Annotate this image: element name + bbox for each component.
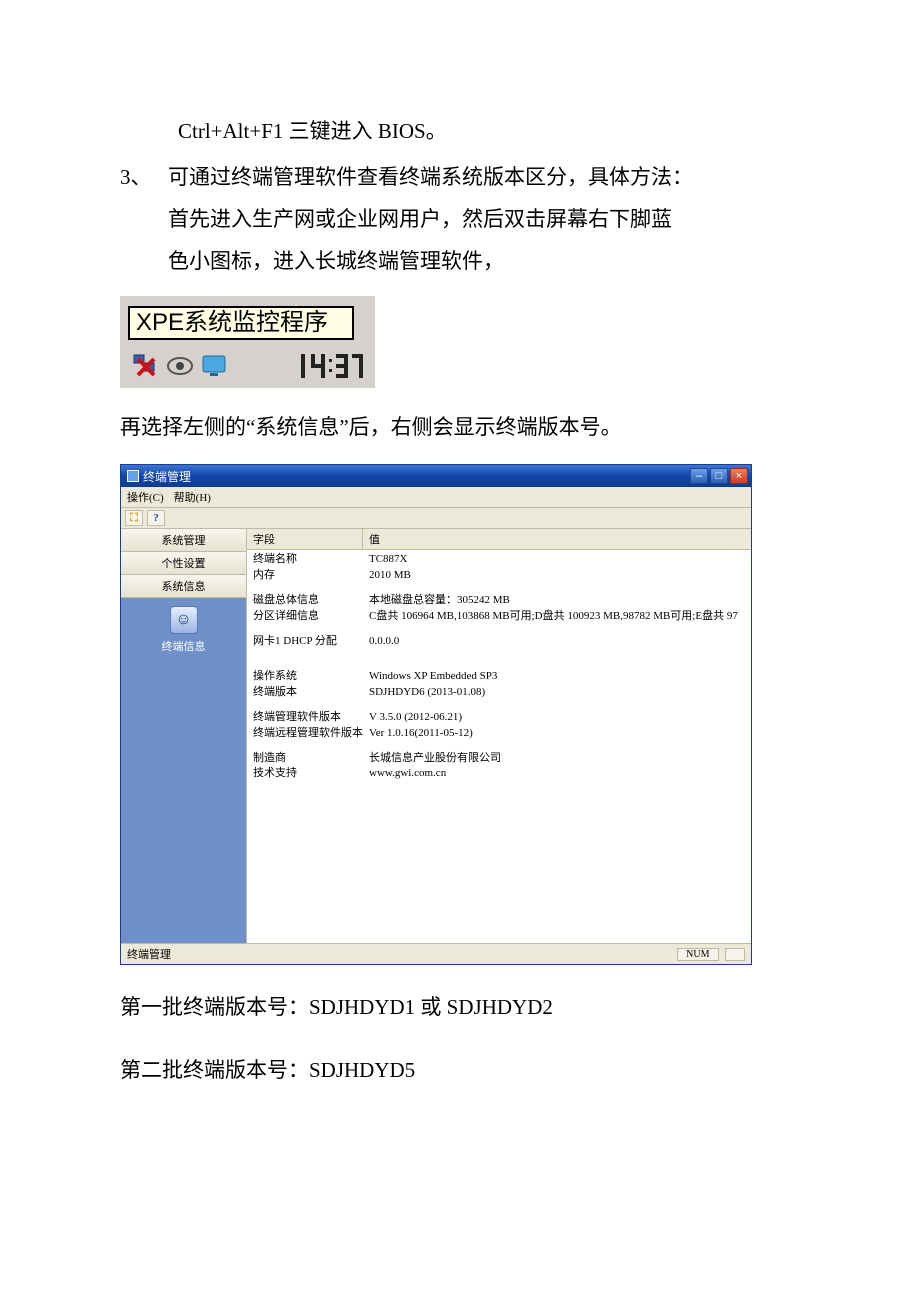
table-row: 终端版本SDJHDYD6 (2013-01.08)	[247, 685, 751, 700]
toolbar-fullscreen-button[interactable]: ⛶	[125, 510, 143, 526]
right-pane: 字段 值 终端名称TC887X 内存2010 MB 磁盘总体信息本地磁盘总容量：…	[247, 529, 751, 943]
toolbar-help-button[interactable]: ?	[147, 510, 165, 526]
tray-screenshot: XPE系统监控程序	[120, 296, 375, 388]
sidebar-item-personal[interactable]: 个性设置	[121, 552, 246, 575]
grid-header: 字段 值	[247, 529, 751, 550]
col-field[interactable]: 字段	[247, 529, 363, 549]
monitor-icon	[200, 353, 228, 379]
sidebar-item-system-info[interactable]: 系统信息	[121, 575, 246, 598]
col-value[interactable]: 值	[363, 529, 751, 549]
tray-icons-group	[132, 353, 228, 379]
status-empty	[725, 948, 746, 961]
statusbar: 终端管理 NUM	[121, 943, 751, 964]
table-row: 终端管理软件版本V 3.5.0 (2012-06.21)	[247, 710, 751, 725]
table-row: 操作系统Windows XP Embedded SP3	[247, 669, 751, 684]
table-row: 网卡1 DHCP 分配0.0.0.0	[247, 634, 751, 649]
after-tray-text: 再选择左侧的“系统信息”后，右侧会显示终端版本号。	[120, 406, 800, 448]
menubar: 操作(C) 帮助(H)	[121, 487, 751, 508]
status-left: 终端管理	[127, 946, 171, 962]
version-batch-2: 第二批终端版本号：SDJHDYD5	[120, 1049, 800, 1091]
minimize-button[interactable]: –	[690, 468, 708, 484]
table-row: 内存2010 MB	[247, 568, 751, 583]
maximize-button[interactable]: □	[710, 468, 728, 484]
eye-icon	[166, 353, 194, 379]
table-row: 分区详细信息C盘共 106964 MB,103868 MB可用;D盘共 1009…	[247, 609, 751, 624]
app-icon	[127, 470, 139, 482]
item-3-line3: 色小图标，进入长城终端管理软件，	[168, 240, 800, 282]
left-pane: 系统管理 个性设置 系统信息 ☺ 终端信息	[121, 529, 247, 943]
item-3-number: 3、	[120, 156, 168, 282]
table-row: 终端远程管理软件版本Ver 1.0.16(2011-05-12)	[247, 726, 751, 741]
tray-tooltip: XPE系统监控程序	[128, 306, 354, 340]
menu-help[interactable]: 帮助(H)	[174, 489, 211, 505]
item-3-line1: 可通过终端管理软件查看终端系统版本区分，具体方法：	[168, 156, 800, 198]
close-button[interactable]: ×	[730, 468, 748, 484]
tray-time	[297, 352, 363, 380]
terminal-info-icon[interactable]: ☺	[170, 606, 198, 634]
version-batch-1: 第一批终端版本号：SDJHDYD1 或 SDJHDYD2	[120, 986, 800, 1028]
item-3: 3、 可通过终端管理软件查看终端系统版本区分，具体方法： 首先进入生产网或企业网…	[120, 156, 800, 282]
grid-body: 终端名称TC887X 内存2010 MB 磁盘总体信息本地磁盘总容量：30524…	[247, 550, 751, 943]
table-row: 技术支持www.gwi.com.cn	[247, 766, 751, 781]
terminal-info-label: 终端信息	[162, 638, 206, 654]
network-disconnected-icon	[132, 353, 160, 379]
table-row: 制造商长城信息产业股份有限公司	[247, 751, 751, 766]
table-row: 磁盘总体信息本地磁盘总容量：305242 MB	[247, 593, 751, 608]
terminal-mgmt-window: 终端管理 – □ × 操作(C) 帮助(H) ⛶ ? 系统管理 个性设置 系统信…	[120, 464, 752, 965]
table-row: 终端名称TC887X	[247, 552, 751, 567]
titlebar: 终端管理 – □ ×	[121, 465, 751, 487]
item-3-line2: 首先进入生产网或企业网用户，然后双击屏幕右下脚蓝	[168, 198, 800, 240]
bios-line: Ctrl+Alt+F1 三键进入 BIOS。	[120, 110, 800, 152]
sidebar-item-system-mgmt[interactable]: 系统管理	[121, 529, 246, 552]
status-num: NUM	[677, 948, 718, 961]
menu-operate[interactable]: 操作(C)	[127, 489, 164, 505]
window-title: 终端管理	[143, 468, 191, 485]
toolbar: ⛶ ?	[121, 508, 751, 529]
